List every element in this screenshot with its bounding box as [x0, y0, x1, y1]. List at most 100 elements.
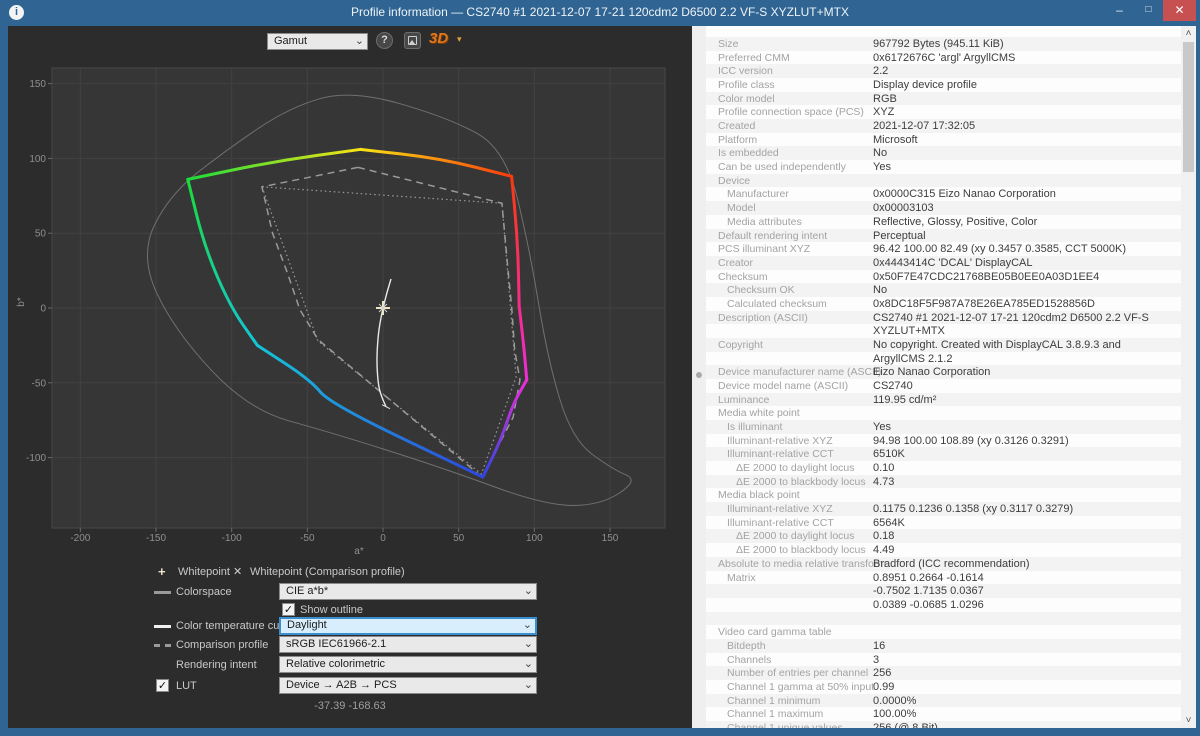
gamut-plot[interactable]: -200-150-100-50050100150150100500-50-100… — [8, 60, 692, 566]
info-value: 119.95 cd/m² — [873, 394, 936, 406]
info-value: 256 — [873, 667, 891, 679]
vertical-scrollbar[interactable]: ˄ ˅ — [1181, 26, 1196, 728]
info-row: Color model RGB — [706, 92, 1181, 106]
info-label: Calculated checksum — [727, 298, 827, 310]
plot-type-select[interactable]: Gamut ⌄ — [267, 33, 368, 50]
info-row: Description (ASCII)CS2740 #1 2021-12-07 … — [706, 311, 1181, 325]
info-row: CopyrightNo copyright. Created with Disp… — [706, 338, 1181, 352]
info-label: Preferred CMM — [718, 52, 790, 64]
info-value: Eizo Nanao Corporation — [873, 366, 990, 378]
scrollbar-thumb[interactable] — [1183, 42, 1194, 172]
info-label: Color model — [718, 93, 775, 105]
info-row: Default rendering intent Perceptual — [706, 229, 1181, 243]
color-temperature-curve-value: Daylight — [287, 619, 327, 631]
info-value: No — [873, 147, 887, 159]
info-row: Created2021-12-07 17:32:05 — [706, 119, 1181, 133]
info-label: Illuminant-relative CCT — [727, 517, 834, 529]
info-value: 100.00% — [873, 708, 916, 720]
info-label: Checksum — [718, 271, 768, 283]
plot-panel: Gamut ⌄ ? 3D ▾ -200-150-100-500501001501… — [8, 26, 692, 728]
info-value: 0x00003103 — [873, 202, 934, 214]
info-row: -0.7502 1.7135 0.0367 — [706, 584, 1181, 598]
info-row: Channel 1 minimum0.0000% — [706, 694, 1181, 708]
whitepoint-plus-icon: + — [158, 565, 166, 579]
info-value: ArgyllCMS 2.1.2 — [873, 353, 952, 365]
info-value: 6510K — [873, 448, 905, 460]
chevron-down-icon: ⌄ — [524, 678, 533, 692]
info-row — [706, 612, 1181, 626]
scroll-up-icon[interactable]: ˄ — [1181, 26, 1196, 41]
legend-whitepoint-label: Whitepoint — [178, 565, 230, 579]
info-row: Can be used independentlyYes — [706, 160, 1181, 174]
info-label: Luminance — [718, 394, 769, 406]
legend-comparison-whitepoint-label: Whitepoint (Comparison profile) — [250, 565, 405, 579]
info-value: 2021-12-07 17:32:05 — [873, 120, 975, 132]
info-label: Device — [718, 175, 750, 187]
info-label: Default rendering intent — [718, 230, 827, 242]
close-button[interactable]: ✕ — [1163, 0, 1196, 21]
info-value: 96.42 100.00 82.49 (xy 0.3457 0.3585, CC… — [873, 243, 1126, 255]
info-value: 0x4443414C 'DCAL' DisplayCAL — [873, 257, 1033, 269]
info-row: Media white point — [706, 406, 1181, 420]
scroll-down-icon[interactable]: ˅ — [1181, 713, 1196, 728]
info-label: ΔE 2000 to blackbody locus — [736, 544, 866, 556]
comparison-profile-select[interactable]: sRGB IEC61966-2.1 ⌄ — [279, 636, 537, 653]
info-label: Channel 1 unique values — [727, 722, 843, 728]
info-value: 4.49 — [873, 544, 894, 556]
info-label: Device model name (ASCII) — [718, 380, 848, 392]
rendering-intent-label: Rendering intent — [176, 658, 257, 672]
info-value: 0x8DC18F5F987A78E26EA785ED1528856D — [873, 298, 1095, 310]
chevron-down-icon: ⌄ — [523, 619, 532, 632]
x-tick-label: 150 — [602, 533, 619, 544]
x-tick-label: -50 — [300, 533, 315, 544]
3d-dropdown-arrow-icon[interactable]: ▾ — [457, 34, 462, 45]
info-value: 16 — [873, 640, 885, 652]
info-label: Is illuminant — [727, 421, 782, 433]
save-image-button[interactable] — [404, 32, 421, 49]
x-tick-label: -200 — [70, 533, 90, 544]
plot-type-value: Gamut — [274, 35, 307, 47]
info-value: CS2740 — [873, 380, 913, 392]
info-row: Checksum OKNo — [706, 283, 1181, 297]
colorspace-select[interactable]: CIE a*b* ⌄ — [279, 583, 537, 600]
cursor-position-status: -37.39 -168.63 — [8, 700, 692, 712]
info-label: Media black point — [718, 489, 800, 501]
info-row: Size967792 Bytes (945.11 KiB) — [706, 37, 1181, 51]
lut-checkbox[interactable]: ✓ — [156, 679, 169, 692]
panel-splitter[interactable] — [692, 26, 706, 728]
maximize-button[interactable]: □ — [1134, 0, 1163, 21]
lut-select[interactable]: Device → A2B → PCS ⌄ — [279, 677, 537, 694]
y-tick-label: 150 — [29, 79, 46, 90]
y-axis-label: b* — [16, 297, 27, 307]
rendering-intent-select[interactable]: Relative colorimetric ⌄ — [279, 656, 537, 673]
lut-value: Device → A2B → PCS — [286, 679, 397, 691]
info-value: 0.8951 0.2664 -0.1614 — [873, 572, 984, 584]
info-value: 967792 Bytes (945.11 KiB) — [873, 38, 1004, 50]
info-value: RGB — [873, 93, 897, 105]
info-row: Media black point — [706, 488, 1181, 502]
info-row: ΔE 2000 to blackbody locus 4.49 — [706, 543, 1181, 557]
y-tick-label: 0 — [40, 304, 46, 315]
3d-view-button[interactable]: 3D — [429, 30, 448, 47]
minimize-button[interactable]: – — [1105, 0, 1134, 21]
info-row: ΔE 2000 to daylight locus0.10 — [706, 461, 1181, 475]
info-row: Matrix0.8951 0.2664 -0.1614 — [706, 571, 1181, 585]
info-label: Device manufacturer name (ASCII) — [718, 366, 881, 378]
info-label: ICC version — [718, 65, 773, 77]
info-row: Channel 1 unique values256 (@ 8 Bit) — [706, 721, 1181, 728]
picture-mountain-icon — [409, 40, 415, 44]
plot-background — [52, 68, 665, 528]
info-row: Profile connection space (PCS)XYZ — [706, 105, 1181, 119]
info-label: Channel 1 minimum — [727, 695, 820, 707]
info-row: Channel 1 gamma at 50% input0.99 — [706, 680, 1181, 694]
info-label: Channel 1 gamma at 50% input — [727, 681, 874, 693]
info-value: Perceptual — [873, 230, 926, 242]
info-label: Channel 1 maximum — [727, 708, 823, 720]
info-row: Creator0x4443414C 'DCAL' DisplayCAL — [706, 256, 1181, 270]
help-button[interactable]: ? — [376, 32, 393, 49]
info-row: Device manufacturer name (ASCII)Eizo Nan… — [706, 365, 1181, 379]
info-row: XYZLUT+MTX — [706, 324, 1181, 338]
x-tick-label: 0 — [380, 533, 386, 544]
color-temperature-curve-select[interactable]: Daylight ⌄ — [279, 617, 537, 635]
show-outline-checkbox[interactable]: ✓ — [282, 603, 295, 616]
